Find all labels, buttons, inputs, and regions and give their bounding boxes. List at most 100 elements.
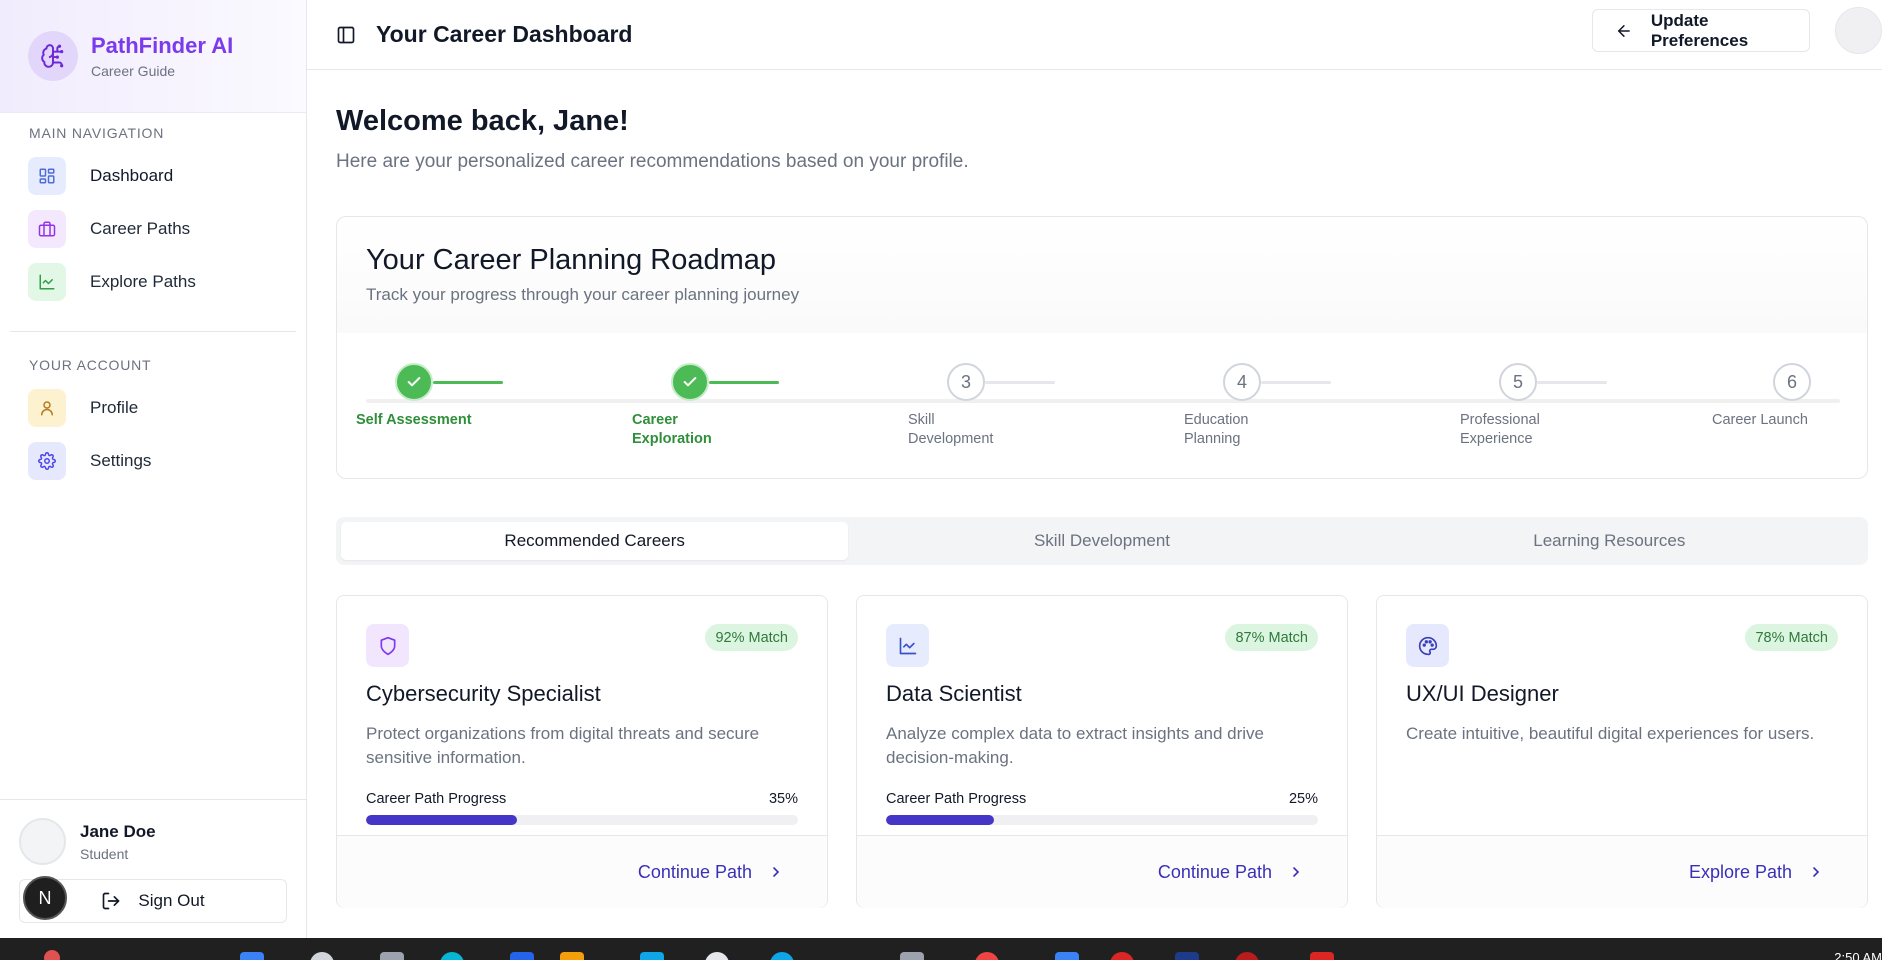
step-number: 3 [947,363,985,401]
palette-icon [1406,624,1449,667]
search-icon[interactable] [310,952,334,960]
user-icon [28,388,66,427]
shield-icon [366,624,409,667]
match-badge: 78% Match [1745,624,1838,651]
app-subtitle: Career Guide [91,63,176,79]
user-panel: Jane Doe Student N Sign Out [0,799,306,938]
sidebar-toggle-icon[interactable] [334,23,358,47]
task-view-icon[interactable] [380,952,404,960]
user-role: Student [80,845,129,862]
step-connector [433,381,503,384]
store-icon[interactable] [510,952,534,960]
explore-path-link[interactable]: Explore Path [1689,862,1824,883]
user-name: Jane Doe [80,821,156,841]
card-description: Protect organizations from digital threa… [366,724,760,767]
step-label: Career Launch [1712,412,1808,428]
app-icon[interactable] [1235,952,1259,960]
taskbar-clock: 2:50 AM [1834,950,1882,960]
folder-icon[interactable] [560,952,584,960]
step-complete-icon [395,363,433,401]
os-taskbar: 2:50 AM [0,938,1882,960]
progress-label: Career Path Progress [366,791,507,807]
edge-icon[interactable] [440,952,464,960]
card-link-label: Explore Path [1688,861,1792,882]
step-label: Education Planning [1184,412,1249,447]
card-link-label: Continue Path [637,861,752,882]
roadmap-title: Your Career Planning Roadmap [366,244,777,276]
start-icon[interactable] [240,952,264,960]
step-label: Career Exploration [632,412,712,447]
sidebar-item-label: Profile [90,397,139,417]
n-badge[interactable]: N [23,876,67,920]
app-icon[interactable] [1110,952,1134,960]
career-cards: 92% Match Cybersecurity Specialist Prote… [336,595,1868,908]
app-icon[interactable] [1175,952,1199,960]
progress-label: Career Path Progress [886,791,1027,807]
app-icon[interactable] [770,952,794,960]
app-icon[interactable] [975,952,999,960]
brain-icon [28,31,78,81]
progress-fill [886,815,994,825]
career-card: 87% Match Data Scientist Analyze complex… [856,595,1348,908]
step-number: 5 [1499,363,1537,401]
chevron-right-icon [773,867,780,877]
main-navigation: MAIN NAVIGATION Dashboard Career Paths E… [0,113,306,308]
app-icon[interactable] [1055,952,1079,960]
continue-path-link[interactable]: Continue Path [638,862,784,883]
progress-bar [886,815,1318,825]
welcome-title: Welcome back, Jane! [336,105,629,137]
sidebar-item-career-paths[interactable]: Career Paths [0,202,306,255]
card-description: Analyze complex data to extract insights… [886,724,1264,767]
step-label: Skill Development [908,412,994,447]
briefcase-icon [28,209,66,248]
step-connector [1261,381,1331,384]
progress-value: 35% [768,791,798,807]
step-connector [1537,381,1607,384]
chevron-right-icon [1813,867,1820,877]
career-roadmap-card: Your Career Planning Roadmap Track your … [336,216,1868,479]
sidebar-item-explore-paths[interactable]: Explore Paths [0,255,306,308]
sidebar-item-label: Settings [90,450,152,470]
chevron-right-icon [1293,867,1300,877]
brand-header: PathFinder AI Career Guide [0,0,306,113]
notification-icon[interactable] [44,950,60,960]
app-icon[interactable] [705,952,729,960]
app-icon[interactable] [640,952,664,960]
app-icon[interactable] [1310,952,1334,960]
header-avatar[interactable] [1835,7,1882,54]
account-navigation: YOUR ACCOUNT Profile Settings [0,357,306,487]
top-header: Your Career Dashboard Update Preferences [307,0,1882,70]
sidebar-item-label: Career Paths [90,218,191,238]
match-badge: 92% Match [705,624,798,651]
career-tabs: Recommended Careers Skill Development Le… [336,517,1868,565]
card-link-label: Continue Path [1157,861,1272,882]
grid-icon [28,156,66,195]
line-chart-icon [886,624,929,667]
sidebar-item-dashboard[interactable]: Dashboard [0,149,306,202]
step-connector [709,381,779,384]
step-connector [985,381,1055,384]
tab-skill-development[interactable]: Skill Development [848,522,1355,560]
app-icon[interactable] [900,952,924,960]
update-preferences-button[interactable]: Update Preferences [1592,9,1810,52]
sidebar-item-label: Dashboard [90,165,174,185]
step-number: 4 [1223,363,1261,401]
sidebar-item-label: Explore Paths [90,271,196,291]
card-title: Data Scientist [886,681,1022,706]
card-title: Cybersecurity Specialist [366,681,601,706]
avatar[interactable] [19,818,66,865]
sidebar-item-profile[interactable]: Profile [0,381,306,434]
sign-out-button[interactable]: N Sign Out [19,876,287,923]
log-out-icon [103,892,120,910]
tab-learning-resources[interactable]: Learning Resources [1356,522,1863,560]
roadmap-track [366,399,1840,403]
page-title: Your Career Dashboard [376,21,633,47]
progress-bar [366,815,798,825]
tab-recommended-careers[interactable]: Recommended Careers [341,522,849,560]
line-chart-icon [28,262,66,301]
card-title: UX/UI Designer [1406,681,1559,706]
account-heading: YOUR ACCOUNT [29,357,152,373]
welcome-subtitle: Here are your personalized career recomm… [336,151,969,172]
sidebar-item-settings[interactable]: Settings [0,434,306,487]
continue-path-link[interactable]: Continue Path [1158,862,1304,883]
